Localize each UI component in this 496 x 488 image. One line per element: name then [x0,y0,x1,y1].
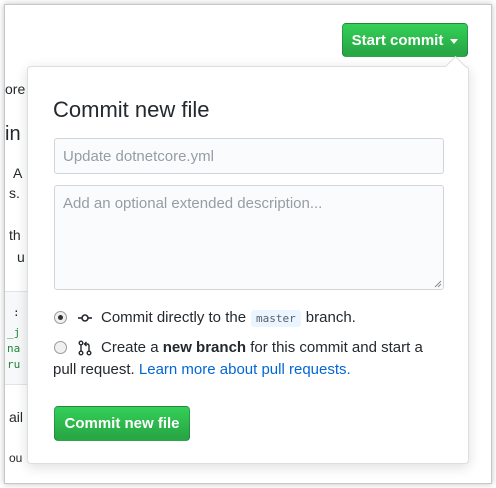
bg-code-block: : _j na ru [5,291,27,385]
option-direct-prefix: Commit directly to the [101,309,247,326]
bg-code-fragment: _j [7,326,21,339]
option-new-branch-text: Create a new branch for this commit and … [101,337,431,359]
option-new-branch-middle: for this commit and start a [250,339,423,356]
start-commit-label: Start commit [351,31,444,49]
caret-down-icon [450,38,459,44]
radio-commit-directly[interactable] [54,311,67,324]
commit-description-textarea[interactable] [54,185,444,290]
option-new-branch-line2: pull request. Learn more about pull requ… [53,359,351,381]
bg-code-fragment: : [13,306,20,319]
option-direct-text: Commit directly to the master branch. [101,307,356,330]
commit-new-file-button[interactable]: Commit new file [54,406,190,441]
resize-grip-icon[interactable] [434,280,442,288]
branch-name: master [251,310,301,327]
screenshot-frame: ore in A s. th u : _j na ru ail ou Start… [4,4,492,484]
commit-summary-input[interactable] [54,138,444,174]
bg-heading-fragment: in [5,123,21,145]
dialog-title: Commit new file [53,97,210,122]
learn-more-pull-requests-link[interactable]: Learn more about pull requests. [139,359,351,381]
option-new-branch-line2-text: pull request. [53,361,135,378]
option-direct-suffix: branch. [305,309,356,326]
option-new-branch-prefix: Create a [101,339,159,356]
radio-new-branch[interactable] [54,341,67,354]
start-commit-button[interactable]: Start commit [342,23,468,57]
git-pull-request-icon [78,340,92,356]
option-new-branch[interactable]: Create a new branch for this commit and … [54,337,431,359]
git-commit-icon [78,314,92,322]
commit-dialog: Commit new file Commit directly to thema… [27,55,469,464]
bg-code-fragment: ru [7,358,21,371]
bg-code-fragment: na [7,342,21,355]
option-new-branch-bold: new branch [162,339,247,356]
option-commit-directly[interactable]: Commit directly to the master branch. [54,307,356,330]
bg-text-fragment: ore [5,81,26,97]
